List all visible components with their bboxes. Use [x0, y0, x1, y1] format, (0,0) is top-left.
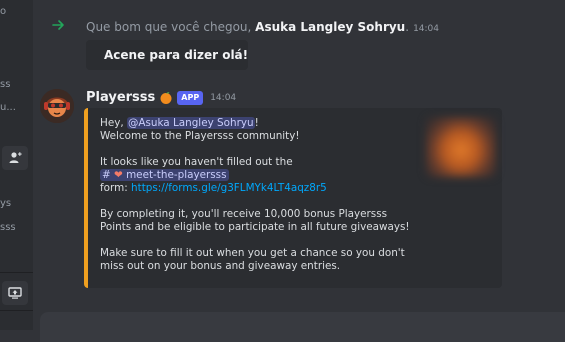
embed-welcome-line: Welcome to the Playersss community! — [100, 130, 300, 142]
embed-greeting-line: Hey, @Asuka Langley Sohryu! — [100, 117, 420, 130]
embed-thumbnail[interactable] — [426, 117, 496, 177]
sidebar-fragment[interactable]: ys — [0, 198, 33, 209]
bot-username[interactable]: Playersss — [86, 90, 155, 105]
form-link[interactable]: https://forms.gle/g3FLMYk4LT4aqz8r5 — [131, 182, 327, 194]
embed-paragraph-bonus: By completing it, you'll receive 10,000 … — [100, 208, 410, 233]
message-timestamp[interactable]: 14:04 — [210, 93, 236, 103]
sidebar-fragment[interactable]: sss — [0, 222, 33, 233]
sidebar-fragment[interactable]: u... — [0, 102, 33, 113]
orange-badge-icon — [160, 91, 172, 104]
bot-avatar[interactable] — [40, 89, 74, 123]
form-intro: It looks like you haven't filled out the — [100, 156, 293, 168]
wave-button-label: Acene para dizer olá! — [104, 48, 249, 62]
sidebar-divider — [0, 310, 33, 311]
screen-share-button[interactable] — [2, 281, 28, 305]
channel-sidebar: o ss u... ys sss — [0, 0, 33, 330]
message-header: Playersss APP 14:04 — [86, 90, 236, 105]
join-arrow-icon — [52, 20, 64, 30]
join-suffix: . — [405, 20, 410, 34]
bot-avatar-icon — [40, 89, 74, 123]
screen-share-icon — [8, 287, 22, 299]
heart-icon: ❤ — [114, 169, 123, 181]
message-composer[interactable] — [40, 312, 565, 342]
sidebar-fragment[interactable]: o — [0, 6, 33, 17]
join-phrase: Que bom que você chegou, — [86, 20, 256, 34]
app-badge: APP — [177, 90, 204, 105]
user-mention[interactable]: @Asuka Langley Sohryu — [126, 117, 255, 129]
greeting-text: Hey, — [100, 117, 127, 129]
channel-hash-icon: # — [102, 169, 111, 181]
embed-paragraph-reminder: Make sure to fill it out when you get a … — [100, 247, 405, 272]
channel-mention[interactable]: # ❤ meet-the-playersss — [100, 169, 229, 181]
add-member-icon — [9, 152, 22, 163]
join-text: Que bom que você chegou, Asuka Langley S… — [86, 20, 439, 34]
join-timestamp[interactable]: 14:04 — [413, 24, 439, 34]
joined-username[interactable]: Asuka Langley Sohryu — [255, 20, 405, 34]
wave-button[interactable]: Acene para dizer olá! — [86, 40, 248, 70]
message-embed: Hey, @Asuka Langley Sohryu! Welcome to t… — [84, 108, 502, 288]
embed-paragraph-form: It looks like you haven't filled out the… — [100, 156, 420, 195]
add-member-button[interactable] — [2, 146, 28, 170]
channel-name: meet-the-playersss — [126, 169, 227, 181]
sidebar-fragment[interactable]: ss — [0, 79, 33, 90]
form-label: form: — [100, 182, 132, 194]
embed-description: Hey, @Asuka Langley Sohryu! Welcome to t… — [100, 117, 420, 273]
sidebar-divider — [0, 272, 33, 273]
greeting-end: ! — [254, 117, 259, 129]
